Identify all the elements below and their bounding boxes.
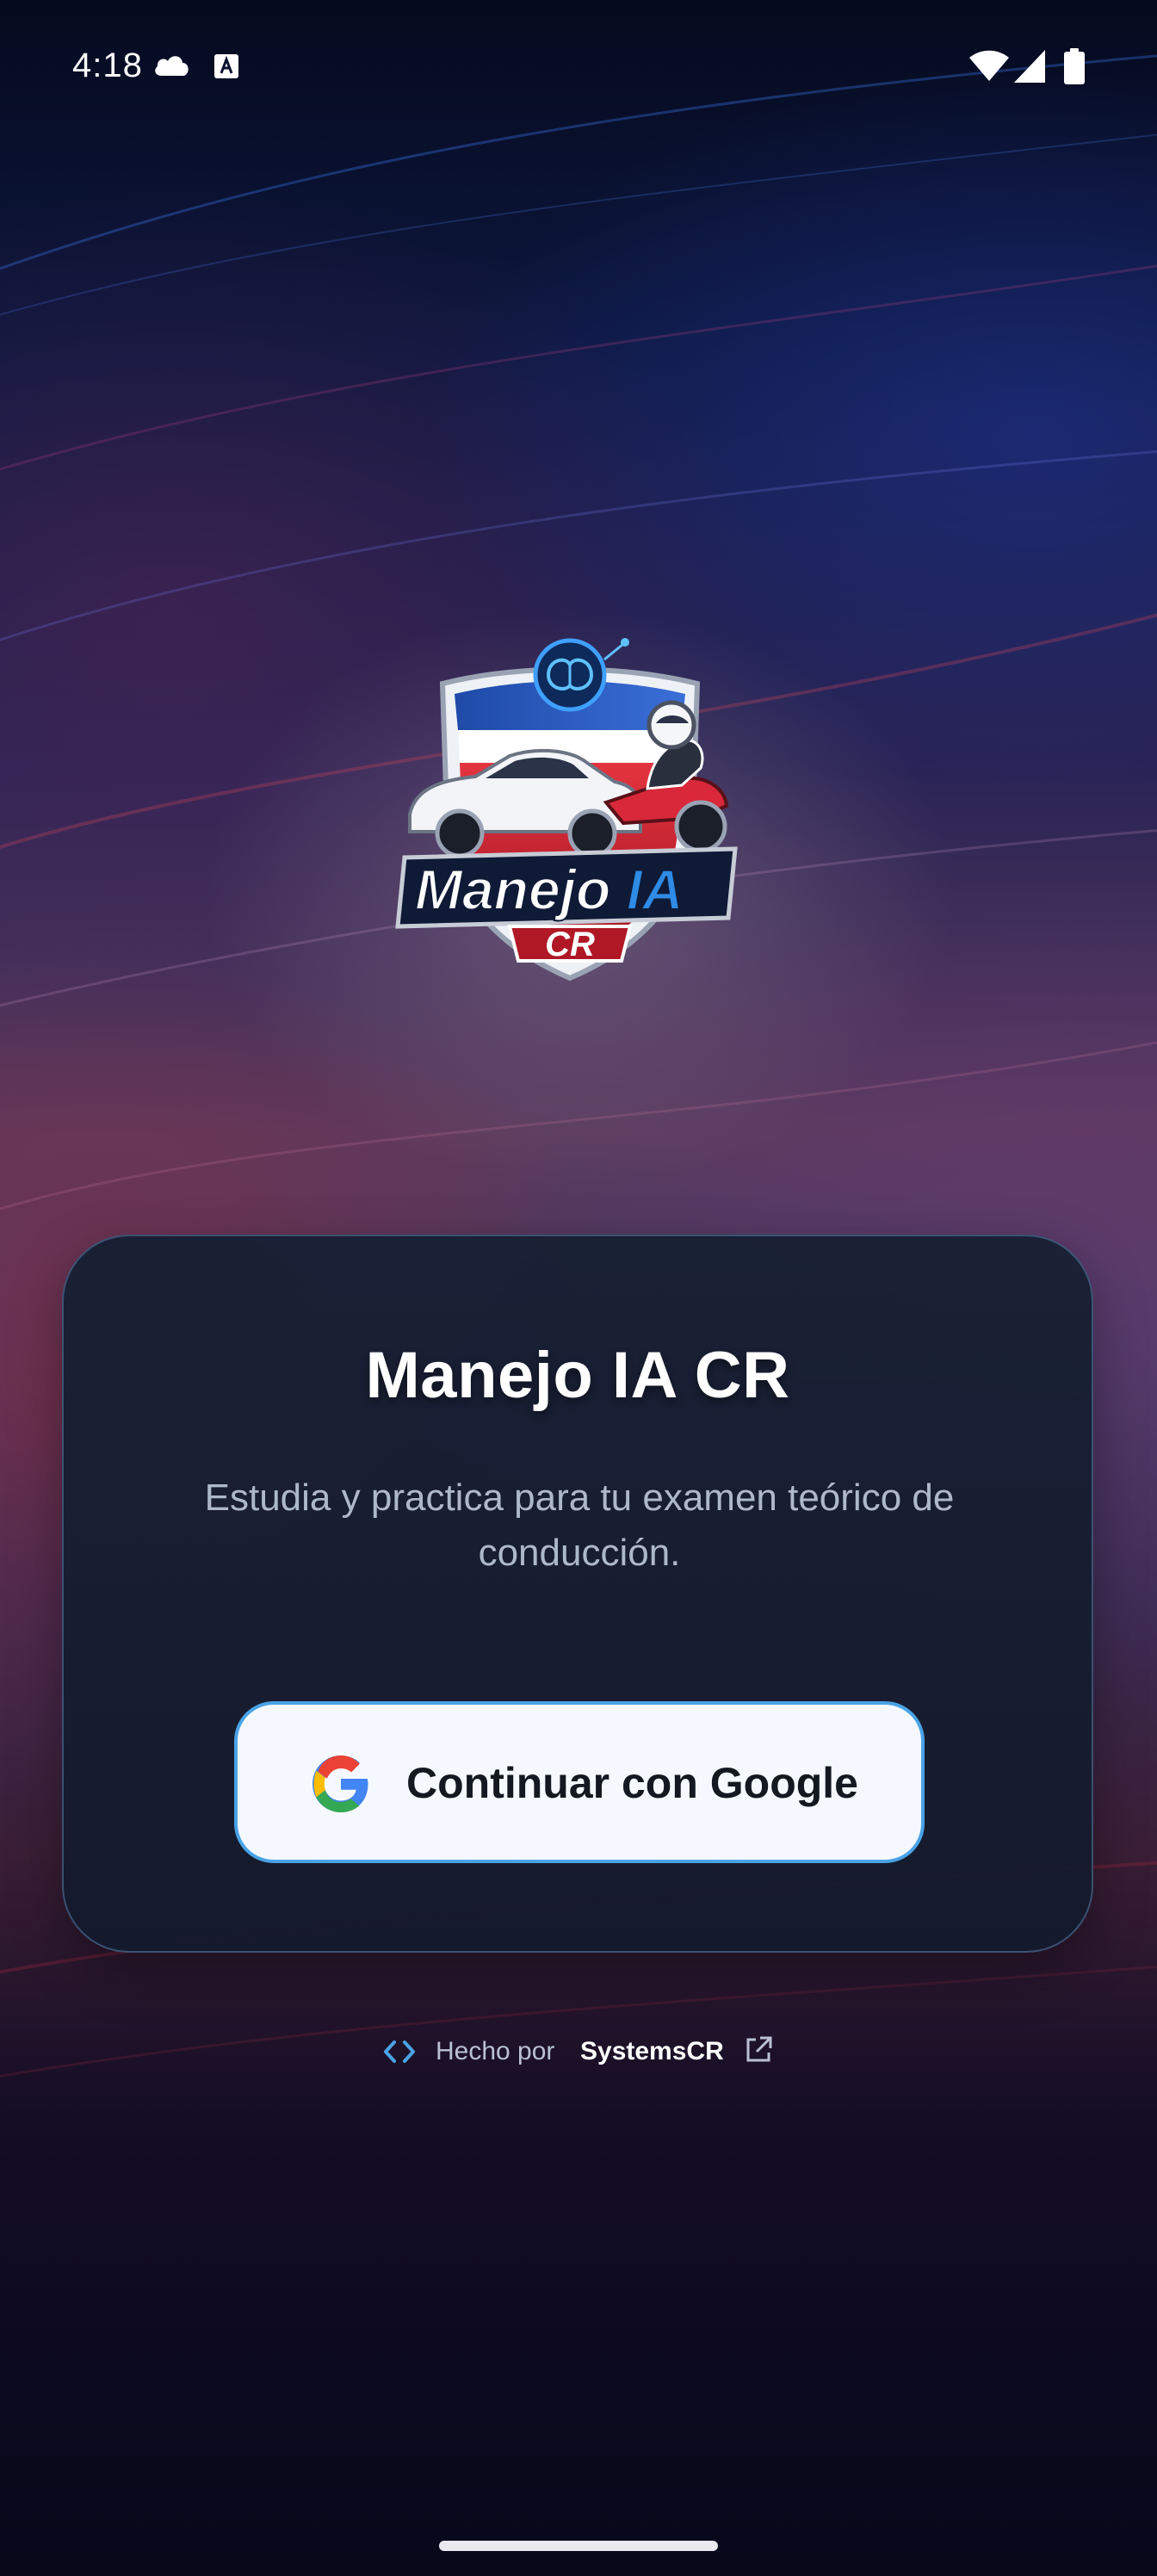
- status-time: 4:18: [72, 46, 143, 84]
- app-subtitle: Estudia y practica para tu examen teóric…: [204, 1477, 955, 1574]
- google-logo-icon: [312, 1756, 368, 1812]
- status-bar: 4:18: [0, 0, 1157, 138]
- a-badge-icon: [214, 54, 238, 78]
- code-icon: [384, 2040, 415, 2063]
- continue-with-google-label: Continuar con Google: [406, 1759, 858, 1807]
- cellular-signal-icon: [1014, 50, 1045, 83]
- home-gesture-bar[interactable]: [439, 2541, 718, 2551]
- app-logo: Manejo IA CR: [395, 638, 738, 981]
- logo-badge-text: CR: [545, 926, 595, 963]
- logo-wordmark: Manejo IA: [415, 858, 684, 921]
- battery-icon: [1064, 48, 1085, 84]
- wifi-icon: [969, 50, 1009, 81]
- continue-with-google-button[interactable]: Continuar con Google: [234, 1701, 925, 1863]
- credit-brand-link[interactable]: SystemsCR: [580, 2037, 724, 2066]
- cloud-icon: [155, 56, 189, 76]
- external-link-icon[interactable]: [744, 2035, 773, 2065]
- login-card: Manejo IA CR Estudia y practica para tu …: [62, 1235, 1093, 1953]
- app-title: Manejo IA CR: [365, 1339, 790, 1412]
- credit-prefix: Hecho por: [436, 2037, 555, 2065]
- footer-credit[interactable]: Hecho por SystemsCR: [379, 2032, 783, 2073]
